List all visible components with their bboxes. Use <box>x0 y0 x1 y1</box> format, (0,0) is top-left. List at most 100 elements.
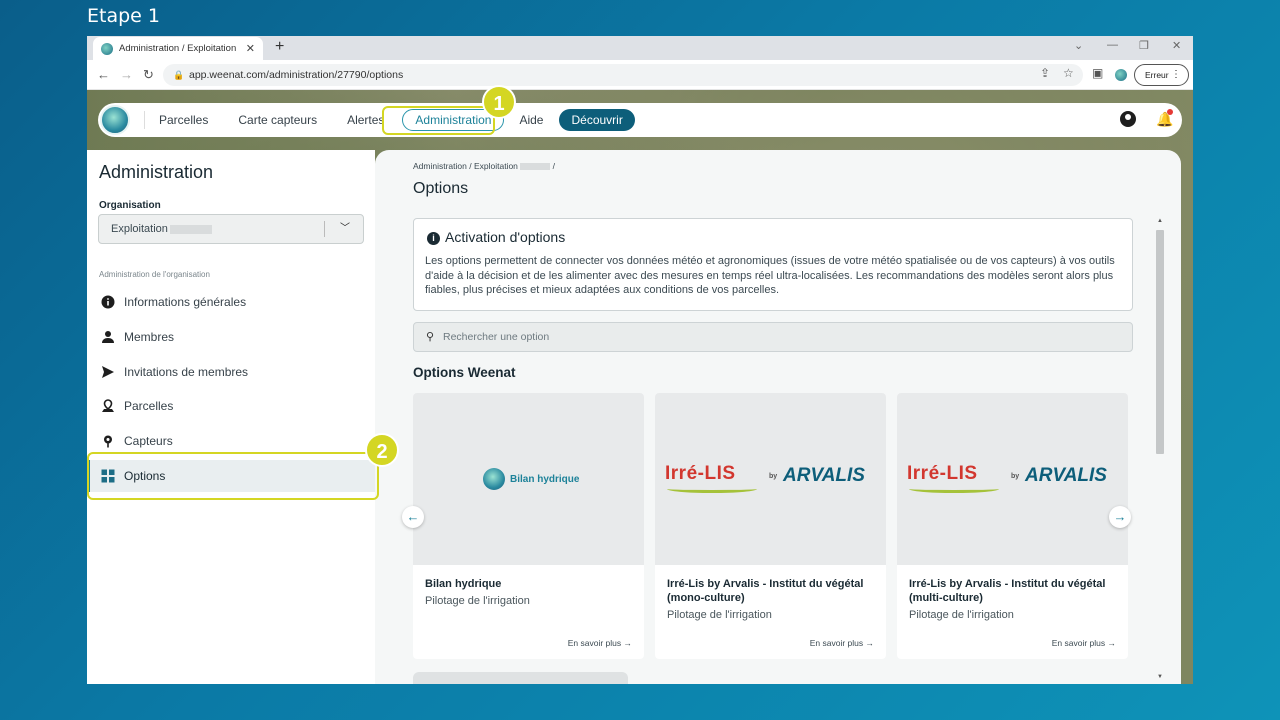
section-title: Options Weenat <box>413 365 516 380</box>
admin-sidebar: Administration Organisation Exploitation… <box>87 150 375 684</box>
sidebar-section-title: Administration de l'organisation <box>99 270 210 279</box>
scrollbar-thumb[interactable] <box>1156 230 1164 454</box>
option-card[interactable]: Irré-LIS by ARVALIS Irré-Lis by Arvalis … <box>655 393 886 659</box>
tab-title: Administration / Exploitation <box>119 43 237 54</box>
bell-icon[interactable]: 🔔 <box>1156 109 1173 127</box>
nav-divider <box>144 111 145 129</box>
organisation-label: Organisation <box>99 200 161 211</box>
browser-window: Administration / Exploitation ✕ + ⌄ — ❐ … <box>87 36 1193 684</box>
step-marker-2: 2 <box>365 433 399 467</box>
error-label: Erreur <box>1145 70 1169 80</box>
notification-dot <box>1167 109 1173 115</box>
option-category: Pilotage de l'irrigation <box>425 595 530 607</box>
reload-icon[interactable]: ↻ <box>143 67 154 83</box>
irre-lis-logo-text: Irré-LIS <box>907 463 978 484</box>
learn-more-link[interactable]: En savoir plus → <box>810 638 874 648</box>
scrollbar[interactable]: ▲ ▼ <box>1155 218 1165 680</box>
step-marker-1: 1 <box>482 85 516 119</box>
sidebar-item-informations[interactable]: Informations générales <box>87 286 375 318</box>
carousel-prev-button[interactable]: ← <box>402 506 424 528</box>
scroll-down-icon[interactable]: ▼ <box>1157 674 1163 680</box>
option-card[interactable]: Irré-LIS by ARVALIS Irré-Lis by Arvalis … <box>897 393 1128 659</box>
url-text: app.weenat.com/administration/27790/opti… <box>189 69 404 81</box>
sidebar-item-invitations[interactable]: Invitations de membres <box>87 356 375 388</box>
restore-icon[interactable]: ❐ <box>1139 39 1149 52</box>
irre-lis-arvalis-logo: Irré-LIS by ARVALIS <box>907 463 1119 499</box>
select-divider <box>324 221 325 237</box>
close-icon[interactable]: ✕ <box>246 42 255 55</box>
irre-lis-arvalis-logo: Irré-LIS by ARVALIS <box>665 463 877 499</box>
new-tab-button[interactable]: + <box>275 38 284 56</box>
option-name: Irré-Lis by Arvalis - Institut du végéta… <box>909 578 1106 604</box>
sidebar-item-label: Capteurs <box>124 434 173 448</box>
learn-more-link[interactable]: En savoir plus → <box>1052 638 1116 648</box>
redacted-text <box>169 224 212 234</box>
more-vert-icon: ⋮ <box>1171 69 1181 80</box>
bilan-hydrique-logo: Bilan hydrique <box>483 468 579 490</box>
scroll-up-icon[interactable]: ▲ <box>1157 218 1163 224</box>
logo-by-text: by <box>1011 473 1020 480</box>
breadcrumb: Administration / Exploitation / <box>413 161 556 171</box>
star-icon[interactable]: ☆ <box>1063 66 1074 80</box>
sidebar-item-membres[interactable]: Membres <box>87 321 375 353</box>
next-section-card <box>413 672 628 684</box>
tab-bar: Administration / Exploitation ✕ + ⌄ — ❐ … <box>87 36 1193 60</box>
weenat-logo[interactable] <box>100 105 130 135</box>
learn-more-link[interactable]: En savoir plus → <box>568 638 632 648</box>
breadcrumb-admin[interactable]: Administration <box>413 161 467 171</box>
sidebar-item-parcelles[interactable]: Parcelles <box>87 390 375 422</box>
arvalis-logo-text: ARVALIS <box>1025 465 1107 486</box>
option-thumbnail: Bilan hydrique <box>413 393 644 565</box>
info-icon: i <box>427 232 440 245</box>
nav-parcelles[interactable]: Parcelles <box>159 113 208 127</box>
app-page: Parcelles Carte capteurs Alertes Adminis… <box>87 90 1193 684</box>
top-navigation: Parcelles Carte capteurs Alertes Adminis… <box>98 103 1182 137</box>
forward-icon[interactable]: → <box>120 67 133 82</box>
breadcrumb-exploitation[interactable]: Exploitation <box>474 161 518 171</box>
arvalis-logo-text: ARVALIS <box>783 465 865 486</box>
sidebar-title: Administration <box>99 162 214 182</box>
profile-icon[interactable] <box>1115 69 1127 81</box>
back-icon[interactable]: ← <box>97 67 110 82</box>
carousel-next-button[interactable]: → <box>1109 506 1131 528</box>
logo-swoosh <box>667 485 757 493</box>
sidepanel-icon[interactable]: ▣ <box>1092 66 1103 80</box>
chevron-down-icon[interactable]: ﹀ <box>340 215 350 243</box>
browser-tab[interactable]: Administration / Exploitation ✕ <box>93 37 263 60</box>
chevron-down-icon[interactable]: ⌄ <box>1074 39 1083 52</box>
highlight-options <box>87 452 379 500</box>
page-title: Options <box>413 180 469 197</box>
option-thumbnail: Irré-LIS by ARVALIS <box>897 393 1128 565</box>
logo-by-text: by <box>769 473 778 480</box>
option-name: Bilan hydrique <box>425 578 502 590</box>
nav-alertes[interactable]: Alertes <box>347 113 384 127</box>
url-field[interactable]: 🔒 app.weenat.com/administration/27790/op… <box>163 64 1083 86</box>
map-pin-icon <box>101 399 115 413</box>
discover-button[interactable]: Découvrir <box>559 109 635 131</box>
bilan-logo-text: Bilan hydrique <box>510 473 580 485</box>
sidebar-item-label: Membres <box>124 330 175 344</box>
nav-carte-capteurs[interactable]: Carte capteurs <box>238 113 317 127</box>
nav-aide[interactable]: Aide <box>519 113 543 127</box>
irre-lis-logo-text: Irré-LIS <box>665 463 736 484</box>
main-content: Administration / Exploitation / Options … <box>375 150 1181 684</box>
info-icon <box>101 295 115 309</box>
lock-icon: 🔒 <box>173 70 185 80</box>
search-field[interactable]: ⚲ Rechercher une option <box>413 322 1133 352</box>
sidebar-item-label: Parcelles <box>124 399 174 413</box>
minimize-icon[interactable]: — <box>1107 39 1118 51</box>
highlight-administration <box>382 106 495 135</box>
info-card: i Activation d'options Les options perme… <box>413 218 1133 311</box>
option-category: Pilotage de l'irrigation <box>667 609 772 621</box>
weenat-favicon-icon <box>101 42 113 55</box>
sidebar-item-label: Informations générales <box>124 295 247 309</box>
organisation-value: Exploitation <box>111 223 168 235</box>
close-window-icon[interactable]: ✕ <box>1172 39 1181 52</box>
account-icon[interactable] <box>1120 111 1136 127</box>
error-button[interactable]: Erreur ⋮ <box>1134 64 1189 86</box>
share-icon[interactable]: ⇪ <box>1040 66 1050 80</box>
option-card[interactable]: Bilan hydrique Bilan hydrique Pilotage d… <box>413 393 644 659</box>
organisation-select[interactable]: Exploitation ﹀ <box>98 214 364 244</box>
send-icon <box>101 365 115 379</box>
logo-swoosh <box>909 485 999 493</box>
